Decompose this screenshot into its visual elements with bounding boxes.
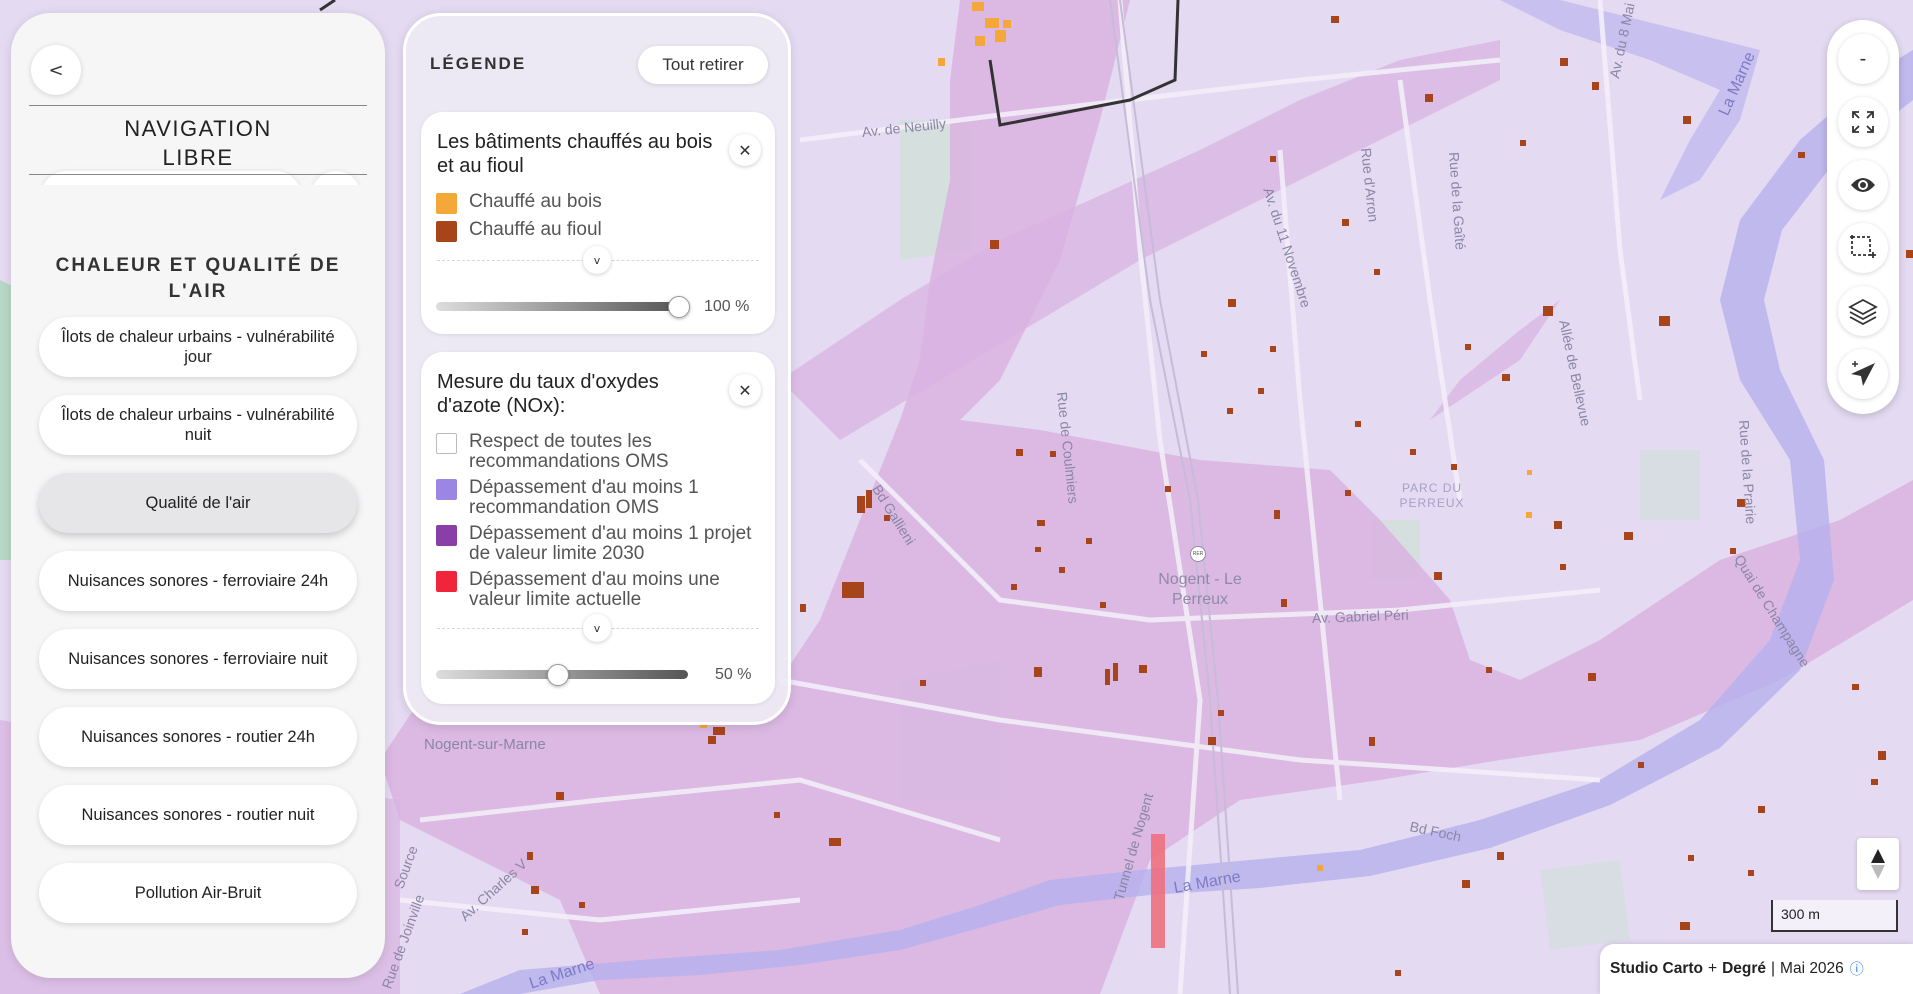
legend-title: LÉGENDE [430, 54, 527, 73]
credit-studio[interactable]: Studio Carto [1610, 960, 1703, 978]
selection-icon[interactable] [1838, 223, 1888, 273]
legend-label: Dépassement d'au moins 1 recommandation … [469, 477, 699, 518]
info-icon[interactable]: ⓘ [1850, 959, 1864, 979]
close-icon[interactable]: ✕ [729, 374, 761, 406]
category-heat-islands-night[interactable]: Îlots de chaleur urbains - vulnérabilité… [39, 395, 357, 455]
category-air-noise-pollution[interactable]: Pollution Air-Bruit [39, 863, 357, 923]
category-road-noise-24h[interactable]: Nuisances sonores - routier 24h [39, 707, 357, 767]
layer-title: Mesure du taux d'oxydes d'azote (NOx): [437, 371, 659, 417]
park-area [1540, 860, 1630, 950]
park-label: PARC DU PERREUX [1399, 481, 1465, 510]
sidebar-panel: Rechercher une carte › < NAVIGATION LIBR… [11, 13, 385, 978]
map-controls: - [1827, 20, 1899, 414]
back-button[interactable]: < [31, 45, 81, 95]
section-title: CHALEUR ET QUALITÉ DE L'AIR [55, 255, 341, 302]
credits-bar: Studio Carto + Degré | Mai 2026 ⓘ [1600, 944, 1913, 994]
legend-item: Dépassement d'au moins une valeur limite… [436, 570, 765, 610]
legend-swatch [436, 525, 457, 546]
credit-separator: | [1771, 960, 1776, 977]
legend-layer-card-nox: Mesure du taux d'oxydes d'azote (NOx): ✕… [421, 352, 775, 704]
legend-layer-card-heating: Les bâtiments chauffés au bois et au fio… [421, 112, 775, 334]
legend-swatch [436, 221, 457, 242]
compass-button[interactable] [1857, 838, 1899, 890]
park-area [1640, 450, 1700, 520]
legend-swatch [436, 479, 457, 500]
town-label: Nogent-sur-Marne [424, 736, 546, 753]
zoom-out-button[interactable]: - [1838, 34, 1888, 84]
legend-item: Chauffé au bois [436, 192, 765, 214]
legend-swatch [436, 433, 457, 454]
legend-items: Chauffé au bois Chauffé au fioul [436, 192, 765, 248]
opacity-value: 100 % [704, 298, 750, 315]
clear-all-layers-button[interactable]: Tout retirer [638, 46, 768, 84]
legend-label: Dépassement d'au moins 1 projet de valeu… [469, 523, 752, 564]
opacity-value: 50 % [715, 666, 752, 683]
expand-icon[interactable] [1838, 97, 1888, 147]
legend-label: Chauffé au fioul [469, 219, 602, 240]
category-list: Îlots de chaleur urbains - vulnérabilité… [39, 317, 357, 941]
legend-swatch [436, 193, 457, 214]
layer-title: Les bâtiments chauffés au bois et au fio… [437, 131, 713, 177]
legend-items: Respect de toutes les recommandations OM… [436, 432, 765, 616]
legend-label: Respect de toutes les recommandations OM… [469, 431, 669, 472]
category-rail-noise-night[interactable]: Nuisances sonores - ferroviaire nuit [39, 629, 357, 689]
layers-icon[interactable] [1838, 286, 1888, 336]
legend-item: Dépassement d'au moins 1 projet de valeu… [436, 524, 765, 564]
nox-limit-exceedance-segment [1151, 834, 1165, 948]
street-label: Av. Gabriel Péri [1311, 606, 1409, 626]
credit-plus: + [1708, 960, 1718, 977]
legend-label: Dépassement d'au moins une valeur limite… [469, 569, 720, 610]
navigation-title-line1: NAVIGATION [124, 116, 272, 141]
legend-item: Respect de toutes les recommandations OM… [436, 432, 765, 472]
category-air-quality[interactable]: Qualité de l'air [39, 473, 357, 533]
legend-item: Dépassement d'au moins 1 recommandation … [436, 478, 765, 518]
opacity-slider-thumb[interactable] [547, 664, 569, 686]
locate-icon[interactable] [1838, 349, 1888, 399]
navigation-title-line2: LIBRE [162, 145, 234, 170]
category-heat-islands-day[interactable]: Îlots de chaleur urbains - vulnérabilité… [39, 317, 357, 377]
opacity-slider-track[interactable] [436, 302, 681, 311]
legend-label: Chauffé au bois [469, 191, 602, 212]
scroll-fade [11, 185, 385, 249]
opacity-slider-thumb[interactable] [668, 296, 690, 318]
expand-icon[interactable]: v [583, 614, 611, 642]
rer-station-icon: RER [1190, 546, 1206, 562]
expand-icon[interactable]: v [583, 246, 611, 274]
navigation-header: NAVIGATION LIBRE [29, 105, 367, 175]
legend-swatch [436, 571, 457, 592]
legend-panel: LÉGENDE Tout retirer Les bâtiments chauf… [403, 13, 791, 725]
scale-bar: 300 m [1771, 900, 1898, 932]
legend-item: Chauffé au fioul [436, 220, 765, 242]
eye-icon[interactable] [1838, 160, 1888, 210]
credit-date: Mai 2026 [1780, 960, 1844, 977]
credit-partner[interactable]: Degré [1722, 960, 1766, 978]
category-road-noise-night[interactable]: Nuisances sonores - routier nuit [39, 785, 357, 845]
category-rail-noise-24h[interactable]: Nuisances sonores - ferroviaire 24h [39, 551, 357, 611]
station-label: Nogent - Le Perreux [1158, 571, 1242, 608]
close-icon[interactable]: ✕ [729, 134, 761, 166]
